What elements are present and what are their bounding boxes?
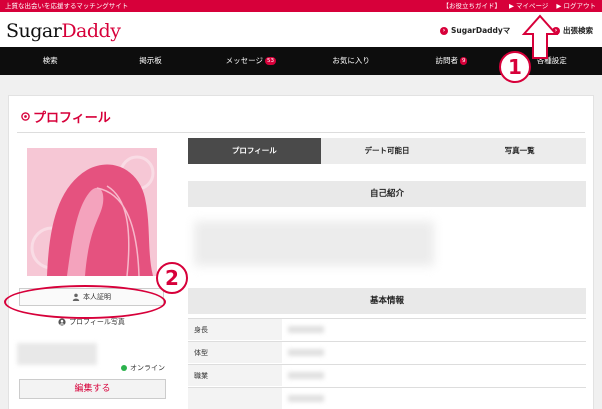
- info-value: [282, 342, 586, 363]
- nav-label: 掲示板: [139, 56, 162, 65]
- info-key: 身長: [188, 319, 282, 340]
- profile-panel: プロフィール 本人証明 プロフィール写真 オンライン 編集する プロフィール デ…: [8, 95, 594, 409]
- site-logo[interactable]: SugarDaddy: [6, 20, 121, 42]
- trip-search-label: 出張検索: [563, 26, 593, 35]
- profile-tabs: プロフィール デート可能日 写真一覧: [188, 138, 586, 164]
- nav-label: お気に入り: [332, 56, 370, 65]
- basic-info-section-header: 基本情報: [188, 288, 586, 314]
- site-header: SugarDaddy › SugarDaddyマ › 出張検索: [0, 12, 602, 47]
- profile-avatar[interactable]: [27, 148, 157, 276]
- tab-photos[interactable]: 写真一覧: [453, 138, 586, 164]
- logo-text-accent: Daddy: [61, 20, 121, 42]
- info-key: [188, 388, 282, 409]
- intro-section-header: 自己紹介: [188, 181, 586, 207]
- circle-bullet-icon: [21, 112, 30, 121]
- nav-label: 検索: [42, 56, 58, 65]
- divider: [17, 132, 585, 133]
- sugardaddy-menu-link[interactable]: › SugarDaddyマ: [440, 25, 510, 36]
- info-value: [282, 365, 586, 386]
- visitor-count-badge: 9: [459, 57, 468, 65]
- callout-ellipse: [4, 285, 166, 319]
- info-key: 体型: [188, 342, 282, 363]
- online-status: オンライン: [121, 363, 165, 373]
- info-row-occupation: 職業: [188, 364, 586, 386]
- top-utility-bar: 上質な出会いを応援するマッチングサイト 【お役立ちガイド】 ▶ マイページ ▶ …: [0, 0, 602, 12]
- edit-profile-button[interactable]: 編集する: [19, 379, 166, 399]
- nav-item-board[interactable]: 掲示板: [100, 47, 200, 75]
- info-value: [282, 388, 586, 409]
- info-value: [282, 319, 586, 340]
- logo-text-main: Sugar: [6, 20, 62, 42]
- page-title: プロフィール: [21, 107, 111, 126]
- nav-item-favorites[interactable]: お気に入り: [301, 47, 401, 75]
- up-arrow-icon: [521, 14, 559, 59]
- woman-silhouette-icon: [27, 148, 157, 276]
- logout-link[interactable]: ▶ ログアウト: [556, 0, 596, 12]
- info-key: 職業: [188, 365, 282, 386]
- top-links: 【お役立ちガイド】 ▶ マイページ ▶ ログアウト: [442, 0, 596, 12]
- nav-item-search[interactable]: 検索: [0, 47, 100, 75]
- tab-profile[interactable]: プロフィール: [188, 138, 321, 164]
- info-row-body: 体型: [188, 341, 586, 363]
- nav-item-visitors[interactable]: 訪問者 9: [401, 47, 501, 75]
- user-circle-icon: [58, 318, 66, 326]
- message-count-badge: 53: [265, 57, 276, 65]
- online-dot-icon: [121, 365, 127, 371]
- blurred-username: [17, 343, 97, 365]
- mypage-link[interactable]: ▶ マイページ: [509, 0, 548, 12]
- guide-link[interactable]: 【お役立ちガイド】: [442, 0, 501, 12]
- page-title-text: プロフィール: [33, 111, 111, 126]
- info-row-extra: [188, 387, 586, 409]
- nav-label: メッセージ: [225, 56, 263, 65]
- info-row-height: 身長: [188, 318, 586, 340]
- tab-date-availability[interactable]: デート可能日: [321, 138, 454, 164]
- nav-label: 訪問者: [435, 56, 458, 65]
- nav-item-messages[interactable]: メッセージ 53: [201, 47, 301, 75]
- sugardaddy-menu-label: SugarDaddyマ: [451, 26, 511, 35]
- site-tagline: 上質な出会いを応援するマッチングサイト: [5, 2, 129, 10]
- chevron-right-icon: ›: [440, 26, 448, 35]
- callout-number-1: 1: [499, 51, 531, 83]
- callout-number-2: 2: [156, 262, 188, 294]
- online-label: オンライン: [130, 364, 165, 372]
- blurred-intro-text: [194, 221, 434, 266]
